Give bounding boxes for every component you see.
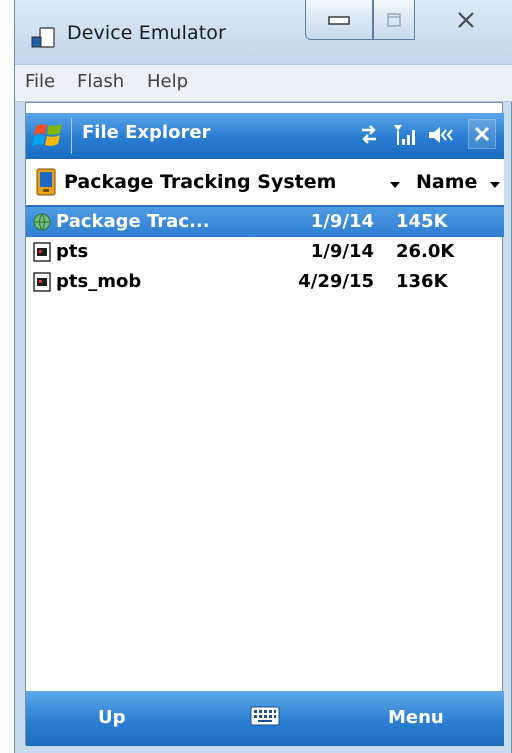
- window-titlebar[interactable]: Device Emulator: [15, 0, 512, 64]
- file-date: 4/29/15: [298, 271, 374, 292]
- minimize-icon: [328, 15, 350, 25]
- maximize-button[interactable]: [373, 0, 415, 40]
- menu-bar: File Flash Help: [15, 64, 512, 102]
- file-date: 1/9/14: [310, 241, 374, 262]
- softkey-bar: Up Menu: [26, 691, 504, 746]
- pocket-pc-device-icon: [36, 168, 56, 196]
- device-title: File Explorer: [82, 122, 211, 143]
- file-row[interactable]: pts 1/9/14 26.0K: [26, 237, 504, 267]
- file-list: Package Trac... 1/9/14 145K pts 1/9/14 2…: [26, 207, 504, 297]
- menu-flash[interactable]: Flash: [77, 71, 124, 92]
- folder-bar: Package Tracking System Name: [26, 159, 504, 207]
- menu-file[interactable]: File: [25, 71, 55, 92]
- chevron-down-icon: [490, 182, 500, 188]
- softkey-up[interactable]: Up: [98, 707, 126, 728]
- exe-file-icon: [33, 272, 51, 292]
- keyboard-icon[interactable]: [250, 705, 280, 727]
- file-row[interactable]: Package Trac... 1/9/14 145K: [26, 207, 504, 237]
- menu-help[interactable]: Help: [147, 71, 188, 92]
- file-name: pts_mob: [56, 271, 142, 292]
- close-icon: [458, 12, 474, 28]
- file-size: 145K: [396, 211, 448, 232]
- file-date: 1/9/14: [310, 211, 374, 232]
- connectivity-icon[interactable]: [356, 122, 382, 148]
- file-row[interactable]: pts_mob 4/29/15 136K: [26, 267, 504, 297]
- start-button[interactable]: [32, 118, 72, 154]
- speaker-muted-icon[interactable]: [426, 122, 456, 148]
- softkey-menu[interactable]: Menu: [388, 707, 444, 728]
- folder-name: Package Tracking System: [64, 171, 337, 193]
- sort-label: Name: [416, 171, 478, 193]
- file-name: Package Trac...: [56, 211, 210, 232]
- chevron-down-icon: [390, 182, 400, 188]
- app-globe-icon: [33, 213, 51, 231]
- maximize-icon: [387, 12, 401, 27]
- minimize-button[interactable]: [305, 0, 373, 40]
- device-screen: File Explorer Package Tracking System Na…: [25, 102, 504, 746]
- file-size: 26.0K: [396, 241, 455, 262]
- device-title-bar: File Explorer: [26, 113, 504, 159]
- emulator-window: Device Emulator File Flash Help File Exp…: [14, 0, 512, 753]
- exe-file-icon: [33, 242, 51, 262]
- window-close-button[interactable]: [427, 0, 505, 40]
- close-icon: [474, 126, 490, 142]
- window-title: Device Emulator: [67, 22, 226, 44]
- windows-flag-icon: [32, 124, 62, 146]
- device-emulator-icon: [31, 27, 55, 48]
- device-close-button[interactable]: [468, 119, 496, 149]
- file-name: pts: [56, 241, 89, 262]
- file-size: 136K: [396, 271, 448, 292]
- signal-strength-icon[interactable]: [392, 122, 418, 148]
